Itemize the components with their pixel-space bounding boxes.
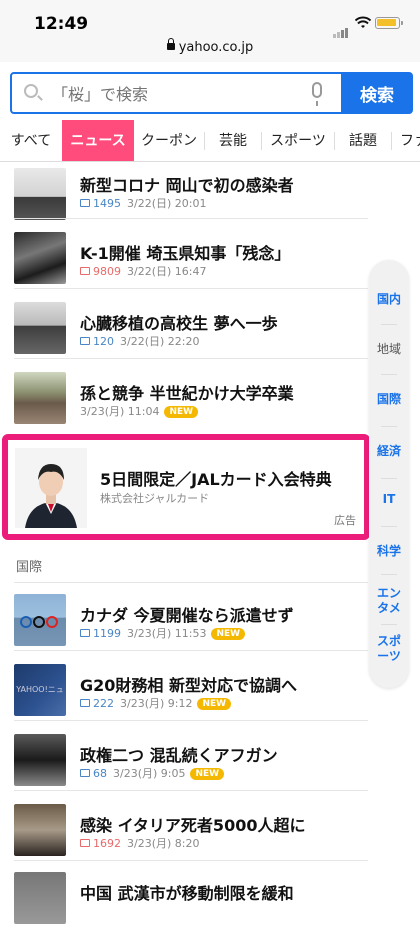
news-title: 孫と競争 半世紀かけ大学卒業 [80,384,294,403]
news-item[interactable]: 新型コロナ 岡山で初の感染者 1495 3/22(日) 20:01 [0,168,420,236]
news-thumbnail [14,302,66,354]
microphone-icon[interactable] [312,82,322,106]
news-item[interactable]: 政権二つ 混乱続くアフガン 68 3/23(月) 9:05 NEW [0,734,420,802]
comment-icon [80,337,90,345]
new-badge: NEW [164,406,199,418]
news-thumbnail [14,168,66,220]
news-thumbnail [14,872,66,924]
news-item[interactable]: カナダ 今夏開催なら派遣せず 1199 3/23(月) 11:53 NEW [0,594,420,662]
news-title: 中国 武漢市が移動制限を緩和 [80,884,294,903]
new-badge: NEW [211,628,246,640]
news-item[interactable]: 感染 イタリア死者5000人超に 1692 3/23(月) 8:20 [0,804,420,872]
comment-icon [80,769,90,777]
news-item[interactable]: YAHOO!ニュース G20財務相 新型対応で協調へ 2223/23(月) 9:… [0,664,420,732]
news-thumbnail: YAHOO!ニュース [14,664,66,716]
news-meta: 1199 3/23(月) 11:53 NEW [80,625,246,641]
news-title: 感染 イタリア死者5000人超に [80,816,306,835]
index-it[interactable]: IT [369,492,409,507]
ad-thumbnail [15,448,87,528]
index-local[interactable]: 地域 [369,342,409,357]
ad-title: 5日間限定／JALカード入会特典 [100,470,332,489]
clock: 12:49 [34,14,89,34]
news-meta: 1692 3/23(月) 8:20 [80,835,199,851]
news-thumbnail [14,594,66,646]
index-entertainment[interactable]: エンタメ [369,586,409,616]
section-heading: 国際 [16,560,43,575]
search-icon [24,84,38,98]
comment-icon [80,699,90,707]
news-title: G20財務相 新型対応で協調へ [80,676,297,695]
tab-entertainment[interactable]: 芸能 [205,120,261,161]
news-meta: 1495 3/22(日) 20:01 [80,195,206,211]
tab-all[interactable]: すべて [0,120,62,161]
ad-label: 広告 [334,514,356,527]
comment-icon [80,839,90,847]
status-bar: 12:49 yahoo.co.jp [0,0,420,62]
news-title: カナダ 今夏開催なら派遣せず [80,606,294,625]
wifi-icon [355,16,371,28]
search-button[interactable]: 検索 [341,72,413,114]
index-domestic[interactable]: 国内 [369,292,409,307]
news-meta: 222 3/23(月) 9:12 NEW [80,695,232,711]
news-thumbnail [14,804,66,856]
tab-coupon[interactable]: クーポン [134,120,204,161]
news-title: 政権二つ 混乱続くアフガン [80,746,278,765]
news-meta: 68 3/23(月) 9:05 NEW [80,765,225,781]
new-badge: NEW [190,768,225,780]
news-thumbnail [14,734,66,786]
lock-icon [166,38,175,50]
comment-icon [80,199,90,207]
battery-icon [375,17,403,29]
comment-icon [80,267,90,275]
address-bar[interactable]: yahoo.co.jp [0,38,420,55]
tab-fashion[interactable]: ファ [392,120,420,161]
news-title: 新型コロナ 岡山で初の感染者 [80,176,294,195]
comment-icon [80,629,90,637]
signal-icon [333,19,349,38]
new-badge: NEW [197,698,232,710]
category-tabs: すべて ニュース クーポン 芸能 スポーツ 話題 ファ [0,120,420,162]
news-title: K-1開催 埼玉県知事「残念」 [80,244,291,263]
news-thumbnail [14,232,66,284]
news-meta: 120 3/22(日) 22:20 [80,333,199,349]
news-item[interactable]: K-1開催 埼玉県知事「残念」 9809 3/22(日) 16:47 [0,232,420,300]
news-title: 心臓移植の高校生 夢へ一歩 [80,314,278,333]
news-meta: 3/23(月) 11:04 NEW [80,403,199,419]
tab-topics[interactable]: 話題 [335,120,391,161]
news-thumbnail [14,372,66,424]
ad-banner[interactable]: 5日間限定／JALカード入会特典 株式会社ジャルカード 広告 [2,434,370,540]
tab-sports[interactable]: スポーツ [262,120,334,161]
url-text: yahoo.co.jp [178,40,254,55]
index-economy[interactable]: 経済 [369,444,409,459]
news-item[interactable]: 心臓移植の高校生 夢へ一歩 120 3/22(日) 22:20 [0,302,420,370]
ad-sponsor: 株式会社ジャルカード [100,492,210,505]
search-bar: 検索 [10,72,413,114]
index-international[interactable]: 国際 [369,392,409,407]
news-item[interactable]: 孫と競争 半世紀かけ大学卒業 3/23(月) 11:04 NEW [0,372,420,440]
news-item[interactable]: 中国 武漢市が移動制限を緩和 [0,872,420,940]
index-sports[interactable]: スポーツ [369,634,409,664]
tab-news[interactable]: ニュース [62,120,134,161]
news-meta: 9809 3/22(日) 16:47 [80,263,206,279]
category-index: 国内 地域 国際 経済 IT 科学 エンタメ スポーツ [369,260,409,688]
search-input[interactable] [52,82,302,106]
index-science[interactable]: 科学 [369,544,409,559]
